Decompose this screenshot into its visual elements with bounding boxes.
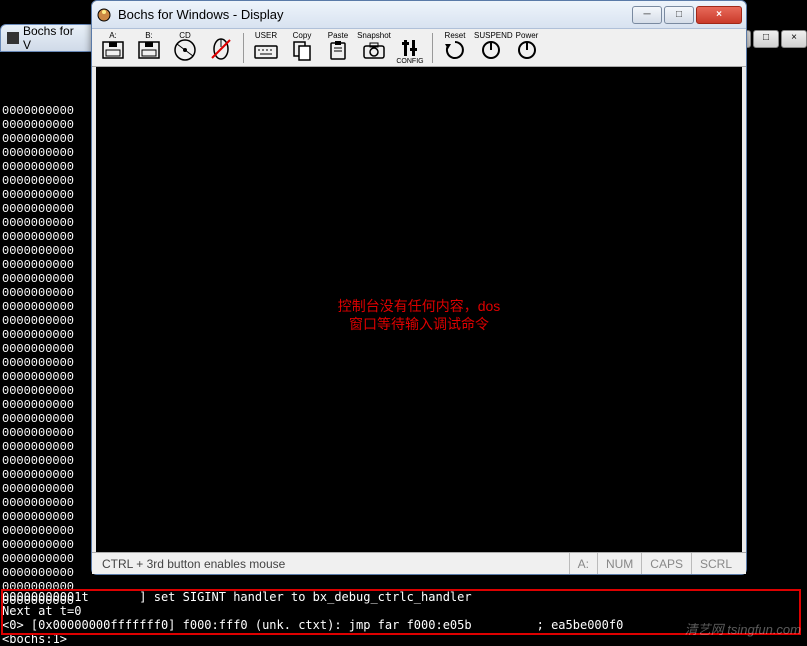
titlebar[interactable]: Bochs for Windows - Display ─ □ × [92,1,746,29]
statusbar-numlock: NUM [597,553,641,574]
window-controls: ─ □ × [632,6,742,24]
suspend-button[interactable]: SUSPEND [474,31,508,65]
console-line: <0> [0x00000000fffffff0] f000:fff0 (unk.… [2,618,623,632]
floppy-a-label: A: [96,31,130,40]
toolbar-separator [243,33,244,63]
bg-close-button[interactable]: × [781,30,807,48]
mouse-icon [207,34,235,62]
bochs-display-window: Bochs for Windows - Display ─ □ × A: B: … [91,0,747,575]
reset-label: Reset [438,31,472,40]
maximize-button[interactable]: □ [664,6,694,24]
power-label: Power [510,31,544,40]
config-label: CONFIG [393,58,427,65]
bg-maximize-button[interactable]: □ [753,30,779,48]
copy-label: Copy [285,31,319,40]
annotation-overlay-text: 控制台没有任何内容，dos 窗口等待输入调试命令 [96,297,742,333]
cdrom-button[interactable]: CD [168,31,202,65]
statusbar-capslock: CAPS [641,553,691,574]
statusbar-hint: CTRL + 3rd button enables mouse [98,557,569,571]
config-button[interactable]: CONFIG [393,31,427,65]
background-window-title: Bochs for V [23,24,85,52]
minimize-button[interactable]: ─ [632,6,662,24]
watermark: 清艺网 tsingfun.com [685,619,801,638]
user-shortcut-button[interactable]: USER [249,31,283,65]
reset-button[interactable]: Reset [438,31,472,65]
console-line: 00000000001t ] set SIGINT handler to bx_… [2,590,472,604]
vga-display[interactable]: 控制台没有任何内容，dos 窗口等待输入调试命令 [96,67,742,552]
background-window-titlebar: Bochs for V [0,24,92,52]
paste-button[interactable]: Paste [321,31,355,65]
toolbar-separator [432,33,433,63]
statusbar-scrolllock: SCRL [691,553,740,574]
paste-label: Paste [321,31,355,40]
toolbar: A: B: CD USER Copy [92,29,746,67]
floppy-b-label: B: [132,31,166,40]
console-output: 00000000001t ] set SIGINT handler to bx_… [2,576,623,646]
cdrom-label: CD [168,31,202,40]
user-label: USER [249,31,283,40]
statusbar-drive-a: A: [569,553,597,574]
bochs-app-icon [96,7,112,23]
power-button[interactable]: Power [510,31,544,65]
copy-button[interactable]: Copy [285,31,319,65]
floppy-b-button[interactable]: B: [132,31,166,65]
mouse-toggle-button[interactable] [204,31,238,65]
close-button[interactable]: × [696,6,742,24]
suspend-label: SUSPEND [474,31,508,40]
snapshot-button[interactable]: Snapshot [357,31,391,65]
console-prompt[interactable]: <bochs:1> [2,632,67,646]
floppy-a-button[interactable]: A: [96,31,130,65]
window-title: Bochs for Windows - Display [118,7,632,22]
console-line: Next at t=0 [2,604,81,618]
statusbar: CTRL + 3rd button enables mouse A: NUM C… [92,552,746,574]
cmd-icon [7,32,19,44]
snapshot-label: Snapshot [357,31,391,40]
